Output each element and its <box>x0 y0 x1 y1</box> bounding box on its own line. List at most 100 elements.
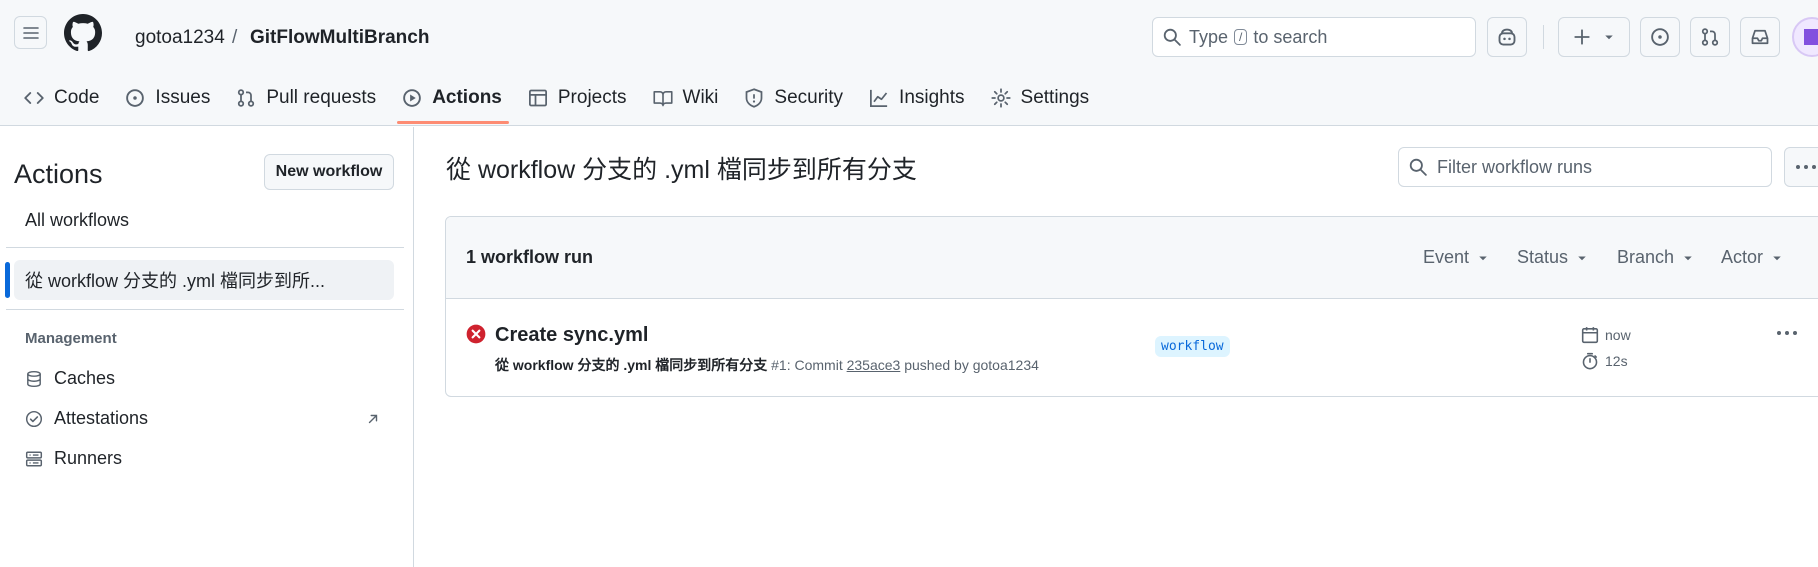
divider <box>6 309 404 310</box>
github-logo-icon[interactable] <box>64 14 102 52</box>
chevron-down-icon <box>1578 256 1586 260</box>
new-workflow-button[interactable]: New workflow <box>264 154 394 190</box>
tab-label: Settings <box>1020 87 1090 108</box>
tab-projects[interactable]: Projects <box>516 76 641 120</box>
code-icon <box>24 92 44 104</box>
menu-button[interactable] <box>14 16 47 49</box>
external-link-icon <box>366 412 380 426</box>
issue-icon <box>1651 28 1669 46</box>
inbox-icon <box>1751 29 1769 45</box>
avatar[interactable] <box>1792 17 1818 57</box>
issue-icon <box>126 89 145 107</box>
tab-code[interactable]: Code <box>0 76 113 120</box>
issues-button[interactable] <box>1640 17 1680 57</box>
run-count: 1 workflow run <box>466 247 594 267</box>
sidebar-item-runners[interactable]: Runners <box>25 448 122 469</box>
copilot-button[interactable] <box>1487 17 1527 57</box>
failure-status-icon <box>466 324 486 344</box>
filter-branch-dropdown[interactable]: Branch <box>1617 247 1694 268</box>
search-icon <box>1163 28 1181 46</box>
hamburger-icon <box>22 26 39 39</box>
run-options-button[interactable] <box>1776 329 1798 337</box>
gear-icon <box>990 88 1011 108</box>
global-search-input[interactable]: Type / to search <box>1152 17 1476 57</box>
pull-request-icon <box>1701 28 1719 46</box>
repo-name-link[interactable]: GitFlowMultiBranch <box>250 26 429 50</box>
commit-sha-link[interactable]: 235ace3 <box>847 357 901 373</box>
sidebar-item-label: Attestations <box>54 408 149 428</box>
divider <box>6 247 404 248</box>
sidebar-item-caches[interactable]: Caches <box>25 368 115 389</box>
verified-icon <box>25 410 43 427</box>
tab-label: Code <box>54 87 100 108</box>
table-icon <box>528 89 547 107</box>
shield-icon <box>746 88 763 108</box>
tab-label: Projects <box>557 87 627 108</box>
tab-label: Security <box>774 87 844 108</box>
run-workflow-name: 從 workflow 分支的 .yml 檔同步到所有分支 <box>495 357 768 373</box>
sidebar-item-all-workflows[interactable]: All workflows <box>25 208 129 232</box>
tab-settings[interactable]: Settings <box>979 76 1104 120</box>
more-options-button[interactable] <box>1784 147 1818 187</box>
run-pushed-by: pushed by gotoa1234 <box>904 357 1039 373</box>
search-icon <box>1409 158 1427 176</box>
selected-indicator <box>5 262 10 298</box>
tab-wiki[interactable]: Wiki <box>641 76 733 120</box>
header-divider <box>1543 25 1544 49</box>
management-heading: Management <box>25 330 117 347</box>
app-header: gotoa1234 / GitFlowMultiBranch Type / to… <box>0 0 1818 126</box>
tab-security[interactable]: Security <box>732 76 857 120</box>
repo-owner-link[interactable]: gotoa1234 <box>135 26 225 50</box>
filter-label: Event <box>1423 247 1470 267</box>
tab-label: Insights <box>899 87 965 108</box>
pull-requests-button[interactable] <box>1690 17 1730 57</box>
filter-label: Branch <box>1617 247 1675 267</box>
run-time: now <box>1581 326 1631 344</box>
filter-event-dropdown[interactable]: Event <box>1423 247 1489 268</box>
tab-pull-requests[interactable]: Pull requests <box>224 76 390 120</box>
repo-tab-bar: Code Issues Pull requests Actions Projec… <box>0 76 1103 126</box>
search-prefix-text: Type <box>1189 26 1229 47</box>
sidebar-title: Actions <box>14 159 103 189</box>
calendar-icon <box>1581 327 1599 344</box>
filter-label: Actor <box>1721 247 1764 267</box>
copilot-icon <box>1498 28 1516 46</box>
filter-label: Status <box>1517 247 1569 267</box>
filter-actor-dropdown[interactable]: Actor <box>1721 247 1783 268</box>
tab-label: Issues <box>155 87 211 108</box>
sidebar-item-selected-workflow[interactable]: 從 workflow 分支的 .yml 檔同步到所... <box>14 260 394 300</box>
create-new-button[interactable] <box>1558 17 1630 57</box>
chevron-down-icon <box>1684 256 1692 260</box>
filter-placeholder: Filter workflow runs <box>1437 156 1593 177</box>
stopwatch-icon <box>1582 352 1598 370</box>
chevron-down-icon <box>1479 256 1487 260</box>
graph-icon <box>870 89 888 107</box>
tab-actions[interactable]: Actions <box>390 76 516 120</box>
sidebar: Actions New workflow All workflows 從 wor… <box>0 127 414 567</box>
filter-status-dropdown[interactable]: Status <box>1517 247 1588 268</box>
branch-label[interactable]: workflow <box>1155 336 1230 357</box>
sidebar-item-attestations[interactable]: Attestations <box>25 408 148 429</box>
filter-workflow-runs-input[interactable]: Filter workflow runs <box>1398 147 1772 187</box>
tab-label: Pull requests <box>266 87 377 108</box>
run-duration-text: 12s <box>1605 353 1628 369</box>
search-suffix-text: to search <box>1253 26 1328 47</box>
inbox-button[interactable] <box>1740 17 1780 57</box>
server-icon <box>25 451 43 466</box>
search-shortcut-key: / <box>1234 29 1248 45</box>
play-icon <box>403 89 422 107</box>
tab-issues[interactable]: Issues <box>113 76 224 120</box>
tab-insights[interactable]: Insights <box>857 76 978 120</box>
run-time-text: now <box>1605 327 1631 343</box>
chevron-down-icon <box>1605 35 1613 40</box>
run-duration: 12s <box>1581 352 1628 370</box>
active-tab-underline <box>397 121 509 124</box>
chevron-down-icon <box>1773 256 1781 260</box>
breadcrumb-separator: / <box>232 27 238 48</box>
plus-icon <box>1574 29 1590 45</box>
sidebar-item-label: Caches <box>54 368 116 388</box>
run-title-link[interactable]: Create sync.yml <box>495 324 648 347</box>
tab-label: Wiki <box>682 87 719 108</box>
run-number: #1: Commit <box>771 357 843 373</box>
run-subtitle: 從 workflow 分支的 .yml 檔同步到所有分支 #1: Commit … <box>495 355 1039 375</box>
